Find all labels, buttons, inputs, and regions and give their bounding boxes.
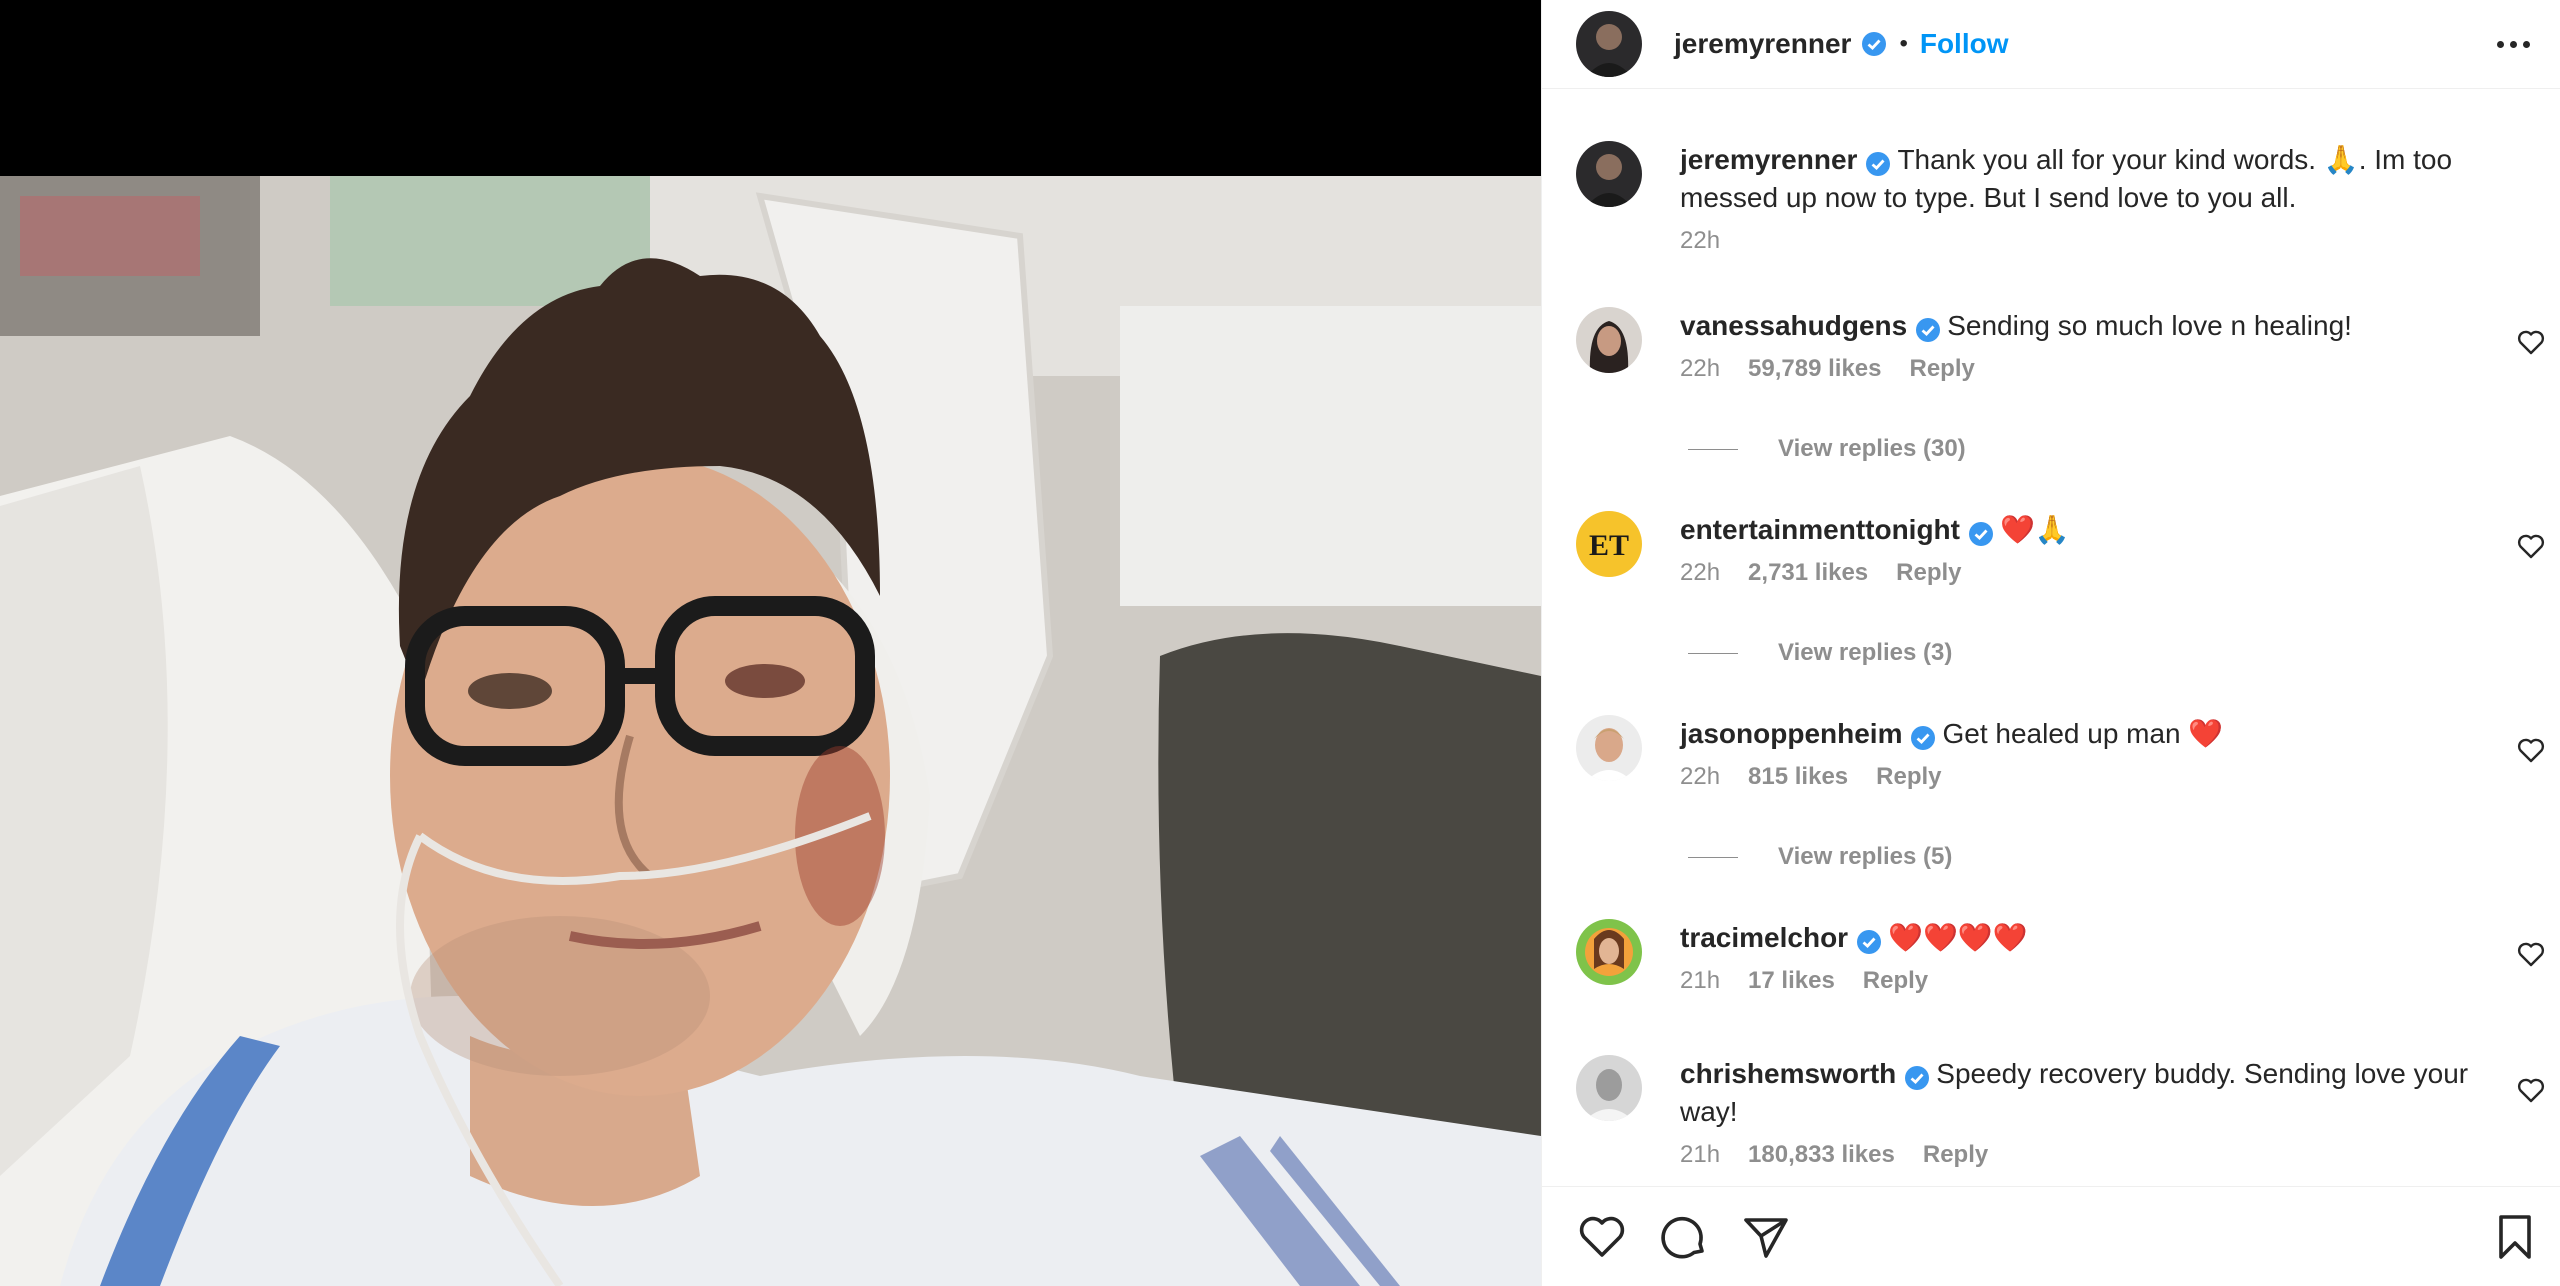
- author-avatar[interactable]: [1576, 11, 1642, 77]
- comment-time[interactable]: 22h: [1680, 763, 1720, 791]
- comment: vanessahudgens Sending so much love n hea…: [1576, 307, 2546, 383]
- comment: chrishemsworth Speedy recovery buddy. Sen…: [1576, 1055, 2546, 1169]
- reply-button[interactable]: Reply: [1863, 967, 1928, 995]
- reply-button[interactable]: Reply: [1910, 355, 1975, 383]
- view-replies-button[interactable]: View replies (3): [1688, 639, 1952, 667]
- caption-username[interactable]: jeremyrenner: [1680, 144, 1857, 175]
- post-details-pane: jeremyrenner • Follow jeremyrenner Thank …: [1541, 0, 2560, 1286]
- comment-likes[interactable]: 2,731 likes: [1748, 559, 1868, 587]
- author-username[interactable]: jeremyrenner: [1674, 28, 1851, 60]
- commenter-avatar[interactable]: [1576, 715, 1642, 781]
- comment-heart-icon[interactable]: [2517, 737, 2545, 763]
- comment: jasonoppenheim Get healed up man ❤️ 22h 8…: [1576, 715, 2546, 791]
- commenter-avatar[interactable]: ET: [1576, 511, 1642, 577]
- comment-time[interactable]: 22h: [1680, 355, 1720, 383]
- comment-heart-icon[interactable]: [2517, 1077, 2545, 1103]
- header-separator: •: [1899, 30, 1908, 57]
- verified-badge-icon: [1968, 519, 1994, 546]
- comment-text: Sending so much love n healing!: [1947, 310, 2352, 341]
- view-replies-button[interactable]: View replies (30): [1688, 435, 1966, 463]
- comment-time[interactable]: 21h: [1680, 967, 1720, 995]
- et-logo-text: ET: [1589, 529, 1629, 562]
- post-header: jeremyrenner • Follow: [1542, 0, 2560, 88]
- comment-text: Get healed up man ❤️: [1942, 718, 2224, 749]
- view-replies-label: View replies (30): [1778, 435, 1966, 462]
- post-photo: [0, 176, 1541, 1286]
- action-bar: [1542, 1186, 2560, 1286]
- view-replies-button[interactable]: View replies (5): [1688, 843, 1952, 871]
- comment-icon[interactable]: [1658, 1211, 1710, 1263]
- comments-list[interactable]: jeremyrenner Thank you all for your kind …: [1542, 88, 2560, 1186]
- comment-likes[interactable]: 17 likes: [1748, 967, 1835, 995]
- comment-time[interactable]: 21h: [1680, 1141, 1720, 1169]
- caption-avatar[interactable]: [1576, 141, 1642, 207]
- verified-badge-icon: [1865, 149, 1891, 176]
- comment-heart-icon[interactable]: [2517, 329, 2545, 355]
- view-replies-label: View replies (5): [1778, 843, 1953, 870]
- reply-button[interactable]: Reply: [1876, 763, 1941, 791]
- verified-badge-icon: [1915, 315, 1941, 342]
- comment-username[interactable]: chrishemsworth: [1680, 1058, 1896, 1089]
- post-media: [0, 0, 1541, 1286]
- comment-likes[interactable]: 59,789 likes: [1748, 355, 1881, 383]
- post-caption: jeremyrenner Thank you all for your kind …: [1576, 141, 2546, 255]
- comment-text: ❤️🙏: [2000, 514, 2070, 545]
- post-photo-illustration: [0, 176, 1541, 1286]
- commenter-avatar[interactable]: [1576, 919, 1642, 985]
- caption-time[interactable]: 22h: [1680, 227, 1720, 255]
- commenter-avatar[interactable]: [1576, 307, 1642, 373]
- more-options-icon[interactable]: [2493, 28, 2533, 60]
- verified-badge-icon: [1910, 723, 1936, 750]
- comment-likes[interactable]: 815 likes: [1748, 763, 1848, 791]
- comment-username[interactable]: jasonoppenheim: [1680, 718, 1902, 749]
- reply-button[interactable]: Reply: [1896, 559, 1961, 587]
- comment-username[interactable]: tracimelchor: [1680, 922, 1848, 953]
- comment-heart-icon[interactable]: [2517, 533, 2545, 559]
- comment-username[interactable]: entertainmenttonight: [1680, 514, 1960, 545]
- comment-heart-icon[interactable]: [2517, 941, 2545, 967]
- heart-icon[interactable]: [1576, 1211, 1628, 1263]
- comment-username[interactable]: vanessahudgens: [1680, 310, 1907, 341]
- verified-badge-icon: [1904, 1063, 1930, 1090]
- comment-time[interactable]: 22h: [1680, 559, 1720, 587]
- comment: tracimelchor ❤️❤️❤️❤️ 21h 17 likes Reply: [1576, 919, 2546, 995]
- verified-badge-icon: [1861, 31, 1887, 57]
- comment: ET entertainmenttonight ❤️🙏 22h 2,731 lik…: [1576, 511, 2546, 587]
- bookmark-icon[interactable]: [2489, 1211, 2541, 1263]
- view-replies-label: View replies (3): [1778, 639, 1953, 666]
- verified-badge-icon: [1856, 927, 1882, 954]
- comment-likes[interactable]: 180,833 likes: [1748, 1141, 1895, 1169]
- commenter-avatar[interactable]: [1576, 1055, 1642, 1121]
- follow-button[interactable]: Follow: [1920, 28, 2009, 60]
- reply-button[interactable]: Reply: [1923, 1141, 1988, 1169]
- share-icon[interactable]: [1740, 1211, 1792, 1263]
- comment-text: ❤️❤️❤️❤️: [1888, 922, 2028, 953]
